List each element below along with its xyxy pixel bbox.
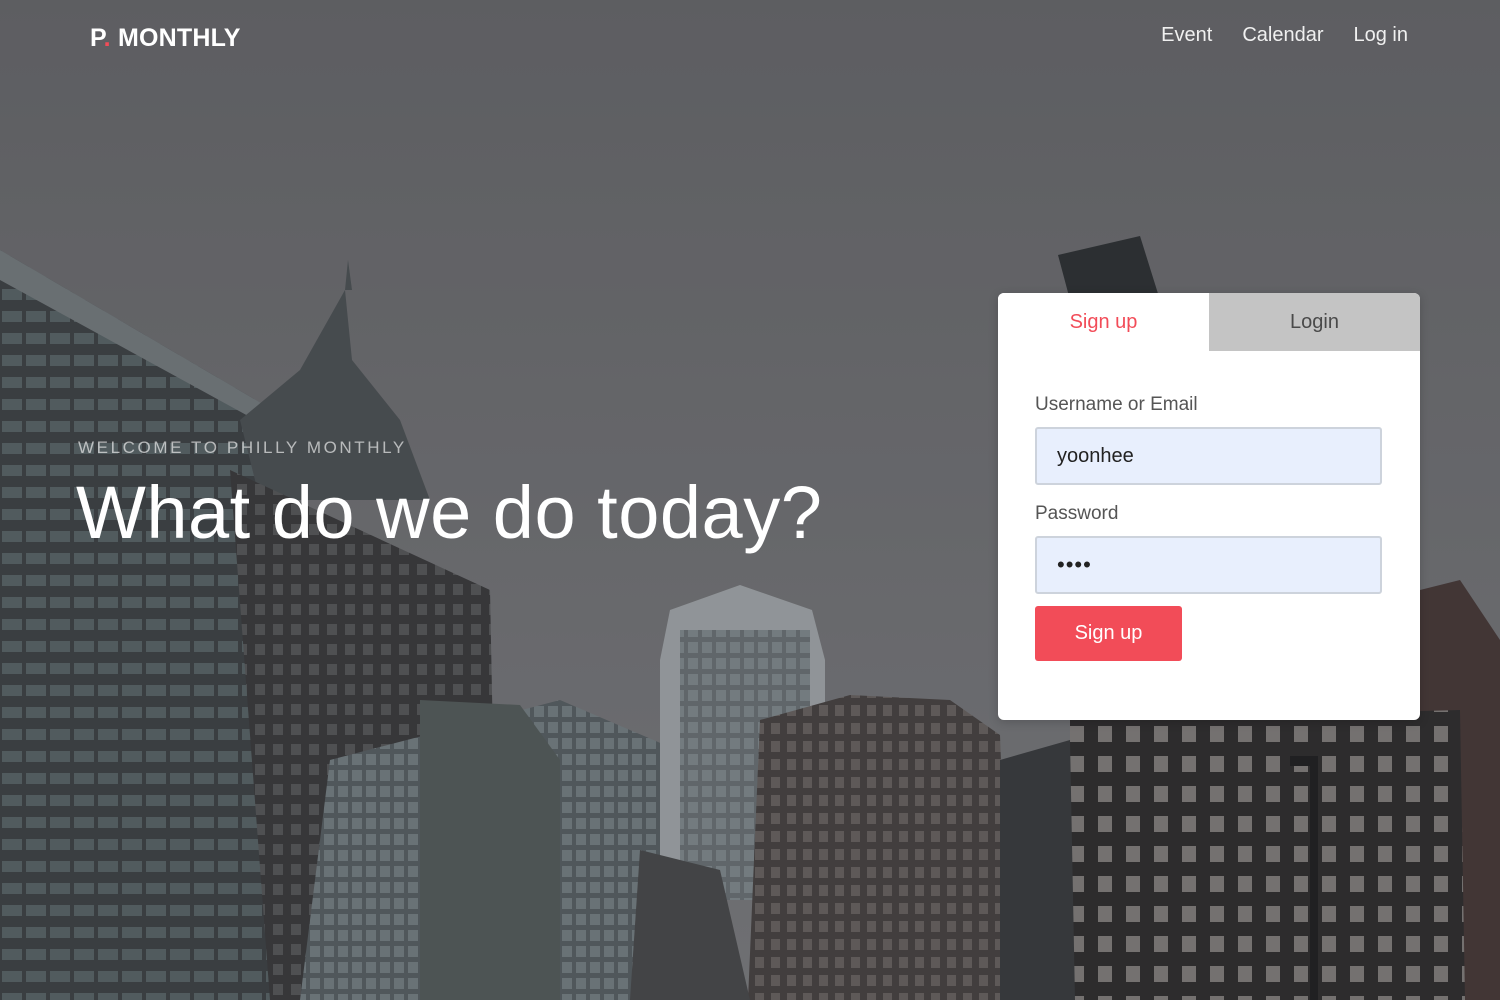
username-label: Username or Email [1035, 394, 1198, 415]
sign-up-form: Username or Email Password Sign up [998, 351, 1420, 661]
sign-up-button[interactable]: Sign up [1035, 606, 1182, 661]
hero-headline: What do we do today? [76, 471, 823, 554]
auth-tabs: Sign up Login [998, 293, 1420, 351]
password-field[interactable] [1035, 536, 1382, 594]
nav-link-login[interactable]: Log in [1354, 24, 1409, 47]
tab-sign-up[interactable]: Sign up [998, 293, 1209, 351]
brand-dot: . [103, 24, 111, 52]
hero-eyebrow: WELCOME TO PHILLY MONTHLY [78, 438, 407, 457]
tab-login[interactable]: Login [1209, 293, 1420, 351]
password-label: Password [1035, 503, 1119, 524]
brand-logo[interactable]: P. MONTHLY [90, 24, 241, 53]
nav-link-event[interactable]: Event [1161, 24, 1212, 47]
nav-link-calendar[interactable]: Calendar [1242, 24, 1323, 47]
auth-card: Sign up Login Username or Email Password… [998, 293, 1420, 720]
username-field[interactable] [1035, 427, 1382, 485]
brand-name: MONTHLY [110, 24, 241, 52]
top-nav: Event Calendar Log in [1161, 24, 1408, 47]
landing-page: P. MONTHLY Event Calendar Log in WELCOME… [0, 0, 1500, 1000]
brand-prefix: P [90, 24, 104, 52]
